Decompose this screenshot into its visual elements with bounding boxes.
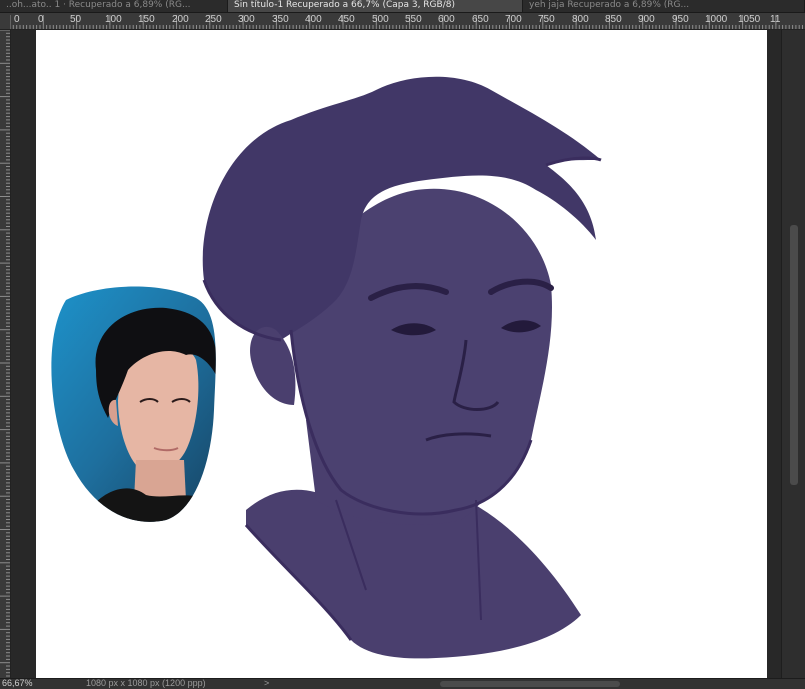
document-tab[interactable]: ..oh...ato.. 1 · Recuperado a 6,89% (RG.…	[0, 0, 228, 12]
ruler-tick-label: 0	[38, 14, 44, 25]
ruler-tick-label: 600	[438, 14, 455, 25]
ruler-tick-label: 0	[14, 14, 20, 25]
ruler-tick-label: 150	[138, 14, 155, 25]
document-tab[interactable]: Sin título-1 Recuperado a 66,7% (Capa 3,…	[228, 0, 523, 12]
ruler-tick-label: 800	[572, 14, 589, 25]
ruler-tick-label: 350	[272, 14, 289, 25]
reference-photo	[51, 286, 216, 522]
document-tab-bar: ..oh...ato.. 1 · Recuperado a 6,89% (RG.…	[0, 0, 805, 13]
ruler-tick-label: 50	[70, 14, 82, 25]
document-canvas[interactable]	[36, 30, 767, 678]
ruler-tick-label: 400	[305, 14, 322, 25]
portrait-sketch	[202, 76, 602, 659]
ruler-tick-label: 1000	[705, 14, 728, 25]
ruler-tick-label: 100	[105, 14, 122, 25]
vertical-scrollbar-thumb[interactable]	[790, 225, 798, 485]
document-tab[interactable]: yeh jaja Recuperado a 6,89% (RG...	[523, 0, 805, 12]
ruler-tick-label: 700	[505, 14, 522, 25]
ruler-tick-label: 900	[638, 14, 655, 25]
ruler-tick-label: 11	[770, 14, 781, 25]
ruler-tick-label: 300	[238, 14, 255, 25]
chevron-right-icon[interactable]: >	[264, 679, 269, 689]
ruler-tick-label: 650	[472, 14, 489, 25]
artwork	[51, 76, 602, 659]
ruler-horizontal[interactable]: 0 0 50 100 150 200 250 300 350 400 450 500 550 600 650…	[10, 13, 805, 30]
horizontal-scrollbar-thumb[interactable]	[440, 681, 620, 687]
ruler-tick-label: 950	[672, 14, 689, 25]
ruler-tick-label: 500	[372, 14, 389, 25]
ruler-tick-label: 250	[205, 14, 222, 25]
ruler-vertical-ticks	[0, 30, 10, 677]
status-bar: 66,67% 1080 px x 1080 px (1200 ppp) >	[0, 678, 805, 689]
ruler-tick-label: 1050	[738, 14, 761, 25]
ruler-tick-label: 200	[172, 14, 189, 25]
vertical-scrollbar[interactable]	[781, 30, 805, 678]
ruler-tick-label: 550	[405, 14, 422, 25]
workspace[interactable]	[11, 30, 781, 678]
ruler-tick-label: 750	[538, 14, 555, 25]
document-info[interactable]: 1080 px x 1080 px (1200 ppp)	[86, 679, 206, 689]
ruler-tick-label: 450	[338, 14, 355, 25]
zoom-level[interactable]: 66,67%	[2, 679, 33, 689]
ruler-tick-label: 850	[605, 14, 622, 25]
ruler-vertical[interactable]	[0, 30, 11, 678]
